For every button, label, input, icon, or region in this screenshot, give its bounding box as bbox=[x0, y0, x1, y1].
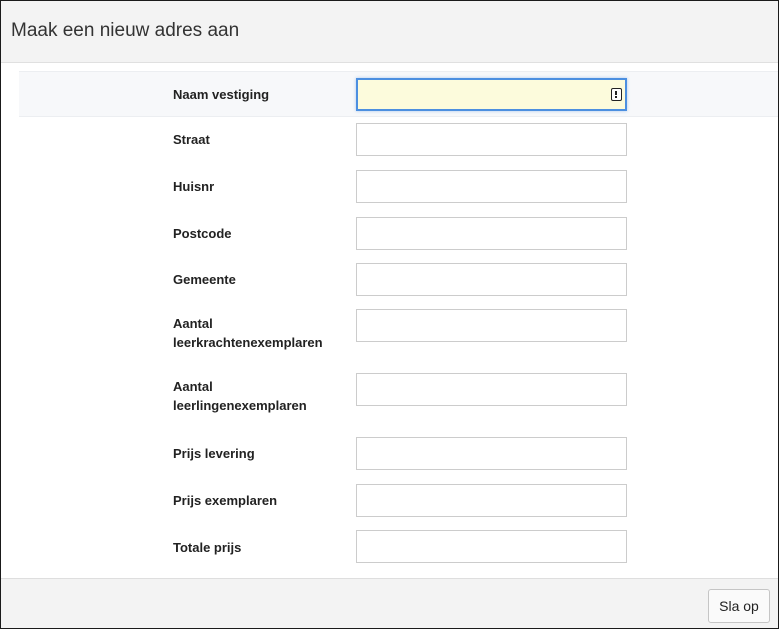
aantal-leerlingenexemplaren-input[interactable] bbox=[356, 373, 627, 406]
form-row-aantal-leerkrachtenexemplaren: Aantal leerkrachtenexemplaren bbox=[19, 306, 778, 366]
aantal-leerkrachtenexemplaren-input[interactable] bbox=[356, 309, 627, 342]
modal-header: Maak een nieuw adres aan bbox=[1, 1, 778, 63]
form-row-postcode: Postcode bbox=[19, 212, 778, 256]
huisnr-input[interactable] bbox=[356, 170, 627, 203]
gemeente-input[interactable] bbox=[356, 263, 627, 296]
prijs-levering-label: Prijs levering bbox=[173, 446, 255, 461]
prijs-exemplaren-input[interactable] bbox=[356, 484, 627, 517]
form-row-aantal-leerlingenexemplaren: Aantal leerlingenexemplaren bbox=[19, 369, 778, 429]
totale-prijs-input[interactable] bbox=[356, 530, 627, 563]
form-row-naam-vestiging: Naam vestiging bbox=[19, 71, 778, 117]
postcode-input[interactable] bbox=[356, 217, 627, 250]
huisnr-label: Huisnr bbox=[173, 179, 215, 194]
save-button[interactable]: Sla op bbox=[708, 589, 770, 623]
prijs-exemplaren-label: Prijs exemplaren bbox=[173, 493, 278, 508]
totale-prijs-label: Totale prijs bbox=[173, 540, 242, 555]
modal-title: Maak een nieuw adres aan bbox=[11, 20, 240, 41]
straat-input[interactable] bbox=[356, 123, 627, 156]
form-row-prijs-exemplaren: Prijs exemplaren bbox=[19, 480, 778, 524]
form-row-huisnr: Huisnr bbox=[19, 166, 778, 210]
modal-footer: Sla op bbox=[1, 578, 778, 628]
create-address-modal: Maak een nieuw adres aan Naam vestiging … bbox=[0, 0, 779, 629]
form-row-straat: Straat bbox=[19, 119, 778, 163]
naam-vestiging-input[interactable] bbox=[356, 78, 627, 111]
form-row-prijs-levering: Prijs levering bbox=[19, 433, 778, 477]
postcode-label: Postcode bbox=[173, 226, 232, 241]
autofill-contact-icon[interactable] bbox=[611, 88, 622, 101]
form-row-totale-prijs: Totale prijs bbox=[19, 527, 778, 571]
aantal-leerlingenexemplaren-label-line1: Aantal bbox=[173, 379, 213, 394]
aantal-leerkrachtenexemplaren-label-line1: Aantal bbox=[173, 316, 213, 331]
form-row-gemeente: Gemeente bbox=[19, 259, 778, 303]
naam-vestiging-label: Naam vestiging bbox=[173, 87, 270, 102]
straat-label: Straat bbox=[173, 132, 210, 147]
gemeente-label: Gemeente bbox=[173, 272, 236, 287]
aantal-leerlingenexemplaren-label-line2: leerlingenexemplaren bbox=[173, 398, 307, 413]
prijs-levering-input[interactable] bbox=[356, 437, 627, 470]
aantal-leerkrachtenexemplaren-label-line2: leerkrachtenexemplaren bbox=[173, 335, 323, 350]
